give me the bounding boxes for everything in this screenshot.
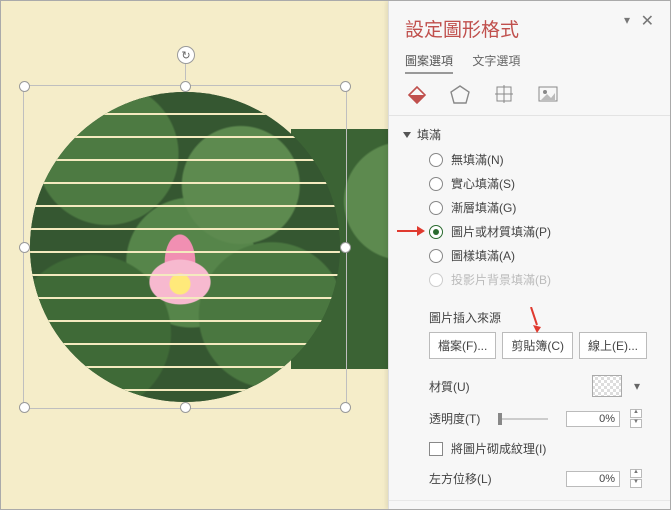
texture-swatch[interactable]: [592, 375, 622, 397]
fill-bucket-icon[interactable]: [405, 83, 427, 105]
radio-icon: [429, 201, 443, 215]
transparency-row: 透明度(T) 0% ▲▼: [403, 403, 656, 434]
radio-gradient-fill[interactable]: 漸層填滿(G): [429, 199, 656, 216]
tile-checkbox-row[interactable]: 將圖片砌成紋理(I): [403, 434, 656, 463]
panel-tabs: 圖案選項 文字選項: [389, 52, 670, 75]
resize-handle-tr[interactable]: [340, 81, 351, 92]
slider-thumb[interactable]: [498, 413, 502, 425]
tile-checkbox-label: 將圖片砌成紋理(I): [451, 440, 546, 457]
fill-radio-group: 無填滿(N) 實心填滿(S) 漸層填滿(G) 圖片或材質填滿(P) 圖樣填滿(A…: [403, 151, 656, 288]
fill-section: 填滿 無填滿(N) 實心填滿(S) 漸層填滿(G) 圖片或材質填滿(P) 圖樣填…: [389, 116, 670, 501]
annotation-arrow-icon: [397, 224, 425, 238]
radio-icon: [429, 177, 443, 191]
spin-down-icon[interactable]: ▼: [630, 419, 642, 428]
button-label: 剪貼簿(C): [511, 339, 564, 353]
radio-pattern-fill[interactable]: 圖樣填滿(A): [429, 247, 656, 264]
caret-down-icon: [403, 132, 411, 138]
radio-icon-disabled: [429, 273, 443, 287]
checkbox-icon[interactable]: [429, 442, 443, 456]
radio-no-fill[interactable]: 無填滿(N): [429, 151, 656, 168]
shape-horizontal-stripes: [30, 92, 340, 402]
resize-handle-r[interactable]: [340, 242, 351, 253]
radio-slide-bg-fill: 投影片背景填滿(B): [429, 271, 656, 288]
rotate-icon: ↻: [181, 49, 190, 62]
radio-label: 實心填滿(S): [451, 175, 515, 192]
panel-pin-icon[interactable]: ▾: [624, 13, 630, 27]
offset-left-value[interactable]: 0%: [566, 471, 620, 487]
radio-label: 圖片或材質填滿(P): [451, 223, 551, 240]
radio-solid-fill[interactable]: 實心填滿(S): [429, 175, 656, 192]
panel-title-text: 設定圖形格式: [405, 20, 519, 41]
spin-up-icon[interactable]: ▲: [630, 409, 642, 418]
spin-down-icon[interactable]: ▼: [630, 479, 642, 488]
radio-picture-texture-fill[interactable]: 圖片或材質填滿(P): [429, 223, 656, 240]
offset-left-row: 左方位移(L) 0% ▲▼: [403, 463, 656, 494]
panel-close-icon[interactable]: ✕: [641, 11, 654, 31]
transparency-label: 透明度(T): [429, 410, 480, 427]
insert-from-clipboard-button[interactable]: 剪貼簿(C): [502, 332, 573, 359]
resize-handle-tl[interactable]: [19, 81, 30, 92]
format-shape-panel: 設定圖形格式 ▾ ✕ 圖案選項 文字選項 填滿: [388, 1, 670, 509]
pentagon-icon[interactable]: [449, 83, 471, 105]
insert-from-file-button[interactable]: 檔案(F)...: [429, 332, 496, 359]
offset-left-spinner[interactable]: ▲▼: [630, 469, 642, 488]
radio-label: 投影片背景填滿(B): [451, 271, 551, 288]
panel-title: 設定圖形格式 ▾ ✕: [389, 1, 670, 52]
texture-dropdown-icon[interactable]: ▾: [632, 379, 642, 393]
resize-handle-br[interactable]: [340, 402, 351, 413]
radio-label: 圖樣填滿(A): [451, 247, 515, 264]
app-window: ↻ 設定圖形格式 ▾ ✕ 圖案選項 文字選項: [0, 0, 671, 510]
transparency-value[interactable]: 0%: [566, 411, 620, 427]
fill-section-label: 填滿: [417, 126, 441, 143]
resize-handle-b[interactable]: [180, 402, 191, 413]
fill-section-header[interactable]: 填滿: [403, 126, 656, 143]
radio-icon: [429, 153, 443, 167]
radio-icon: [429, 249, 443, 263]
resize-handle-bl[interactable]: [19, 402, 30, 413]
resize-handle-t[interactable]: [180, 81, 191, 92]
tab-text-options[interactable]: 文字選項: [472, 54, 520, 72]
tab-shape-options[interactable]: 圖案選項: [405, 54, 453, 74]
radio-label: 漸層填滿(G): [451, 199, 516, 216]
spin-up-icon[interactable]: ▲: [630, 469, 642, 478]
size-arrows-icon[interactable]: [493, 83, 515, 105]
insert-from-buttons: 檔案(F)... 剪貼簿(C) 線上(E)...: [403, 332, 656, 369]
insert-from-online-button[interactable]: 線上(E)...: [579, 332, 647, 359]
offset-left-label: 左方位移(L): [429, 470, 492, 487]
texture-row: 材質(U) ▾: [403, 369, 656, 403]
oval-shape[interactable]: [30, 92, 340, 402]
panel-category-icons: [389, 75, 670, 116]
transparency-spinner[interactable]: ▲▼: [630, 409, 642, 428]
shape-selection-box[interactable]: ↻: [23, 85, 347, 409]
radio-label: 無填滿(N): [451, 151, 504, 168]
texture-label: 材質(U): [429, 378, 470, 395]
rotation-handle[interactable]: ↻: [177, 46, 195, 64]
picture-icon[interactable]: [537, 83, 559, 105]
annotation-arrow-icon: [527, 307, 545, 333]
transparency-slider[interactable]: [498, 418, 548, 420]
radio-icon-selected: [429, 225, 443, 239]
resize-handle-l[interactable]: [19, 242, 30, 253]
slide-canvas[interactable]: ↻: [1, 1, 391, 509]
